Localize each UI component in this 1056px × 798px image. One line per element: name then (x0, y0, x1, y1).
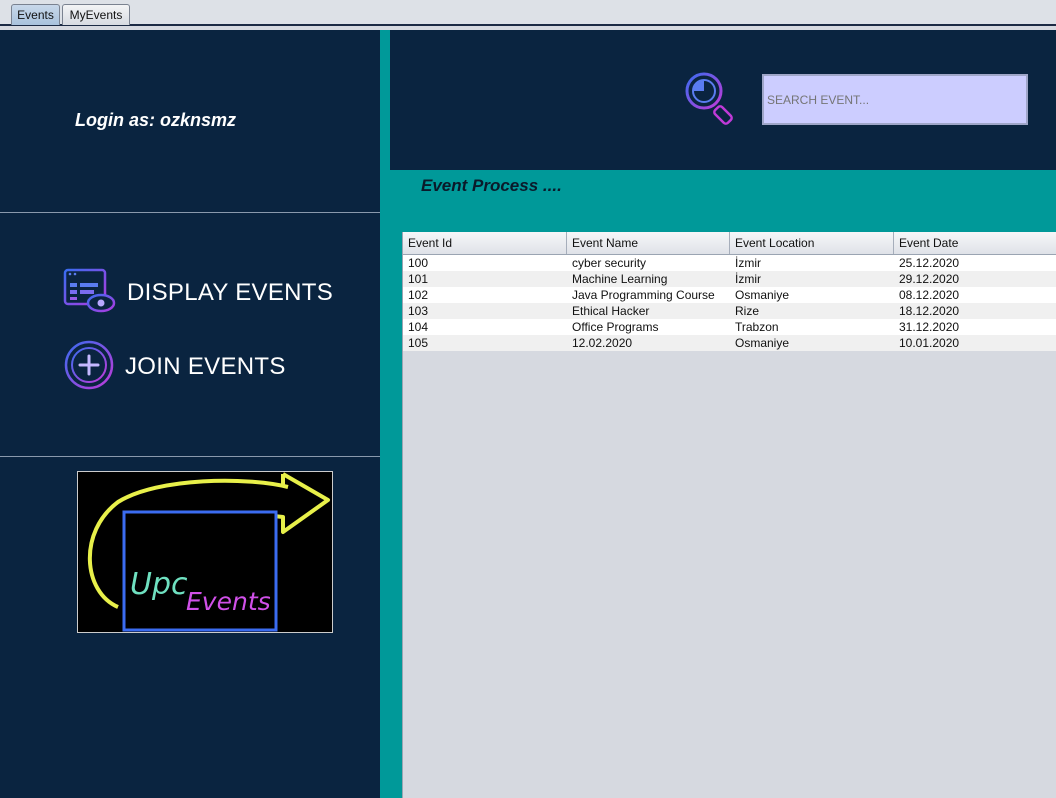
page-title: Event Process .... (421, 176, 562, 195)
divider (0, 212, 380, 213)
table-cell: Osmaniye (735, 288, 790, 302)
table-cell: Machine Learning (572, 272, 668, 286)
plus-circle-icon (63, 339, 115, 396)
column-header-event-id[interactable]: Event Id (403, 232, 567, 254)
column-header-event-name[interactable]: Event Name (567, 232, 730, 254)
table-cell: Osmaniye (735, 336, 790, 350)
table-cell: Trabzon (735, 320, 779, 334)
sidebar: Login as: ozknsmz DISPLAY EVENTS JOIN EV… (0, 30, 380, 798)
tab-my-events[interactable]: MyEvents (62, 4, 130, 25)
search-icon[interactable] (684, 72, 736, 128)
table-cell: 08.12.2020 (899, 288, 960, 302)
table-cell: Rize (735, 304, 760, 318)
table-cell: 25.12.2020 (899, 256, 960, 270)
table-row[interactable]: 104 Office Programs Trabzon 31.12.2020 (403, 319, 1056, 335)
table-cell: Ethical Hacker (572, 304, 650, 318)
table-cell: 31.12.2020 (899, 320, 960, 334)
tab-bar: Events MyEvents (0, 0, 1056, 26)
table-cell: İzmir (735, 256, 761, 270)
table-cell: 101 (408, 272, 429, 286)
tab-events[interactable]: Events (11, 4, 60, 25)
column-header-event-location[interactable]: Event Location (730, 232, 894, 254)
display-events-icon (63, 268, 117, 319)
table-cell: 102 (408, 288, 429, 302)
table-row[interactable]: 102 Java Programming Course Osmaniye 08.12.… (403, 287, 1056, 303)
table-header: Event Id Event Name Event Location Event… (403, 232, 1056, 255)
table-cell: 104 (408, 320, 429, 334)
logo-events-text: Events (186, 587, 271, 616)
divider-strip (380, 30, 390, 798)
upc-events-logo: Upc Events (77, 471, 333, 633)
table-cell: Office Programs (572, 320, 659, 334)
table-cell: İzmir (735, 272, 761, 286)
search-input[interactable] (762, 74, 1028, 125)
table-cell: 29.12.2020 (899, 272, 960, 286)
login-label: Login as: ozknsmz (75, 110, 237, 130)
display-events-label: DISPLAY EVENTS (127, 279, 334, 306)
table-cell: 12.02.2020 (572, 336, 633, 350)
table-cell: 100 (408, 256, 429, 270)
table-row[interactable]: 100 cyber security İzmir 25.12.2020 (403, 255, 1056, 271)
display-events-button[interactable]: DISPLAY EVENTS (63, 266, 333, 320)
table-row[interactable]: 105 12.02.2020 Osmaniye 10.01.2020 (403, 335, 1056, 351)
logo-upc-text: Upc (130, 567, 188, 602)
events-table[interactable]: Event Id Event Name Event Location Event… (402, 232, 1056, 798)
table-cell: 103 (408, 304, 429, 318)
table-cell: 10.01.2020 (899, 336, 960, 350)
table-row[interactable]: 101 Machine Learning İzmir 29.12.2020 (403, 271, 1056, 287)
join-events-button[interactable]: JOIN EVENTS (63, 340, 286, 394)
join-events-label: JOIN EVENTS (125, 353, 286, 380)
column-header-event-date[interactable]: Event Date (894, 232, 1056, 254)
table-cell: 105 (408, 336, 429, 350)
table-cell: Java Programming Course (572, 288, 715, 302)
table-cell: 18.12.2020 (899, 304, 960, 318)
table-row[interactable]: 103 Ethical Hacker Rize 18.12.2020 (403, 303, 1056, 319)
table-cell: cyber security (572, 256, 647, 270)
divider (0, 456, 380, 457)
